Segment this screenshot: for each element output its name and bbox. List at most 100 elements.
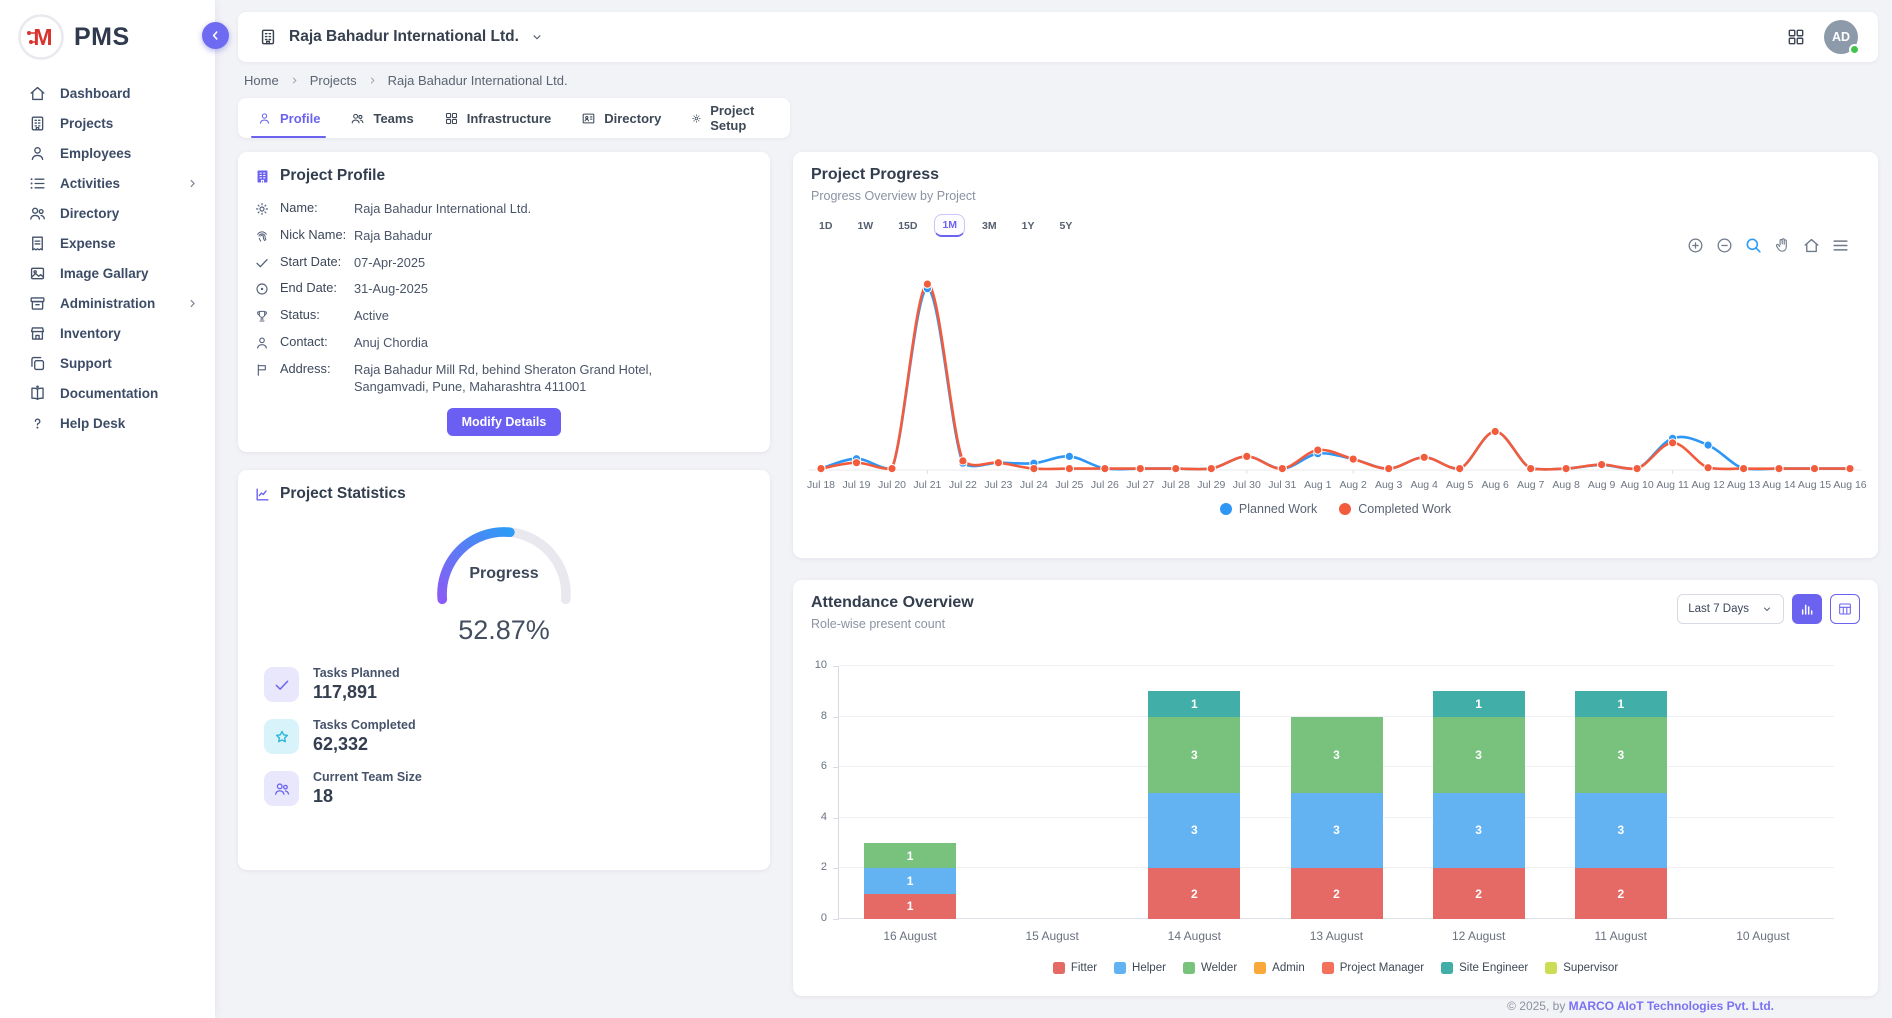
bar-segment-helper[interactable]: 3 xyxy=(1148,793,1240,869)
bar-segment-fitter[interactable]: 2 xyxy=(1148,868,1240,919)
grid-icon xyxy=(444,111,459,126)
range-button-1m[interactable]: 1M xyxy=(934,214,965,237)
stacked-bar-12-august[interactable]: 2331 xyxy=(1433,691,1525,919)
bar-segment-site-engineer[interactable]: 1 xyxy=(1575,691,1667,716)
legend-swatch xyxy=(1053,962,1065,974)
tab-teams[interactable]: Teams xyxy=(335,98,428,138)
legend-item[interactable]: Project Manager xyxy=(1322,962,1424,974)
progress-gauge: Progress xyxy=(429,517,579,611)
bar-segment-fitter[interactable]: 2 xyxy=(1575,868,1667,919)
bar-segment-helper[interactable]: 3 xyxy=(1575,793,1667,869)
stat-label: Current Team Size xyxy=(313,770,422,784)
tab-profile[interactable]: Profile xyxy=(242,98,335,138)
bar-segment-helper[interactable]: 1 xyxy=(864,868,956,893)
bar-chart[interactable]: 111233123323312331 xyxy=(839,666,1834,919)
sidebar-item-documentation[interactable]: Documentation xyxy=(0,378,215,408)
stat-value: 62,332 xyxy=(313,734,416,755)
sidebar-item-administration[interactable]: Administration xyxy=(0,288,215,318)
profile-field-row: Nick Name:Raja Bahadur xyxy=(254,227,754,244)
sidebar-item-inventory[interactable]: Inventory xyxy=(0,318,215,348)
sidebar-item-dashboard[interactable]: Dashboard xyxy=(0,78,215,108)
y-tick-label: 2 xyxy=(801,861,827,873)
profile-field-row: Status:Active xyxy=(254,307,754,324)
legend-item[interactable]: Completed Work xyxy=(1339,502,1451,516)
attendance-controls: Last 7 Days xyxy=(1677,594,1860,624)
trophy-icon xyxy=(254,308,270,324)
footer-company-link[interactable]: MARCO AIoT Technologies Pvt. Ltd. xyxy=(1569,999,1774,1013)
company-name: Raja Bahadur International Ltd. xyxy=(289,28,519,46)
sidebar-item-image-gallary[interactable]: Image Gallary xyxy=(0,258,215,288)
legend-item[interactable]: Fitter xyxy=(1053,962,1097,974)
legend-item[interactable]: Helper xyxy=(1114,962,1166,974)
bar-segment-site-engineer[interactable]: 1 xyxy=(1433,691,1525,716)
bar-segment-welder[interactable]: 3 xyxy=(1291,717,1383,793)
sidebar-item-projects[interactable]: Projects xyxy=(0,108,215,138)
avatar[interactable]: AD xyxy=(1824,20,1858,54)
list-icon xyxy=(28,174,47,193)
sidebar-item-employees[interactable]: Employees xyxy=(0,138,215,168)
sidebar-item-activities[interactable]: Activities xyxy=(0,168,215,198)
tab-label: Profile xyxy=(280,111,320,126)
sidebar-item-help-desk[interactable]: Help Desk xyxy=(0,408,215,438)
bar-segment-fitter[interactable]: 2 xyxy=(1433,868,1525,919)
stacked-bar-14-august[interactable]: 2331 xyxy=(1148,691,1240,919)
bar-segment-site-engineer[interactable]: 1 xyxy=(1148,691,1240,716)
menu-icon[interactable] xyxy=(1831,236,1850,255)
stat-row: Tasks Planned117,891 xyxy=(264,666,754,703)
bar-segment-helper[interactable]: 3 xyxy=(1291,793,1383,869)
range-button-15d[interactable]: 15D xyxy=(890,215,925,237)
chevron-down-icon xyxy=(1761,603,1773,615)
stat-label: Tasks Planned xyxy=(313,666,400,680)
chart-view-button[interactable] xyxy=(1792,594,1822,624)
legend-item[interactable]: Site Engineer xyxy=(1441,962,1528,974)
zoom-out-icon[interactable] xyxy=(1715,236,1734,255)
range-button-1y[interactable]: 1Y xyxy=(1014,215,1043,237)
breadcrumb-link[interactable]: Home xyxy=(244,73,279,88)
star-icon xyxy=(273,728,291,746)
legend-label: Supervisor xyxy=(1563,962,1618,974)
stats-card-title: Project Statistics xyxy=(254,485,754,503)
bar-segment-fitter[interactable]: 1 xyxy=(864,894,956,919)
sidebar-item-directory[interactable]: Directory xyxy=(0,198,215,228)
range-button-1d[interactable]: 1D xyxy=(811,215,840,237)
contact-card-icon xyxy=(581,111,596,126)
bar-segment-welder[interactable]: 3 xyxy=(1575,717,1667,793)
legend-item[interactable]: Welder xyxy=(1183,962,1237,974)
breadcrumb-link[interactable]: Projects xyxy=(310,73,357,88)
zoom-in-icon[interactable] xyxy=(1686,236,1705,255)
modify-details-button[interactable]: Modify Details xyxy=(447,408,562,436)
legend-item[interactable]: Supervisor xyxy=(1545,962,1618,974)
tab-project-setup[interactable]: Project Setup xyxy=(676,98,786,138)
legend-item[interactable]: Planned Work xyxy=(1220,502,1317,516)
apps-grid-icon[interactable] xyxy=(1786,27,1806,47)
legend-swatch xyxy=(1220,503,1232,515)
range-button-1w[interactable]: 1W xyxy=(849,215,881,237)
sidebar-item-expense[interactable]: Expense xyxy=(0,228,215,258)
bar-segment-helper[interactable]: 3 xyxy=(1433,793,1525,869)
bar-segment-welder[interactable]: 1 xyxy=(864,843,956,868)
home-icon[interactable] xyxy=(1802,236,1821,255)
range-button-5y[interactable]: 5Y xyxy=(1051,215,1080,237)
legend-label: Helper xyxy=(1132,962,1166,974)
range-button-3m[interactable]: 3M xyxy=(974,215,1005,237)
legend-item[interactable]: Admin xyxy=(1254,962,1305,974)
sidebar-item-support[interactable]: Support xyxy=(0,348,215,378)
tab-infrastructure[interactable]: Infrastructure xyxy=(429,98,567,138)
bar-segment-welder[interactable]: 3 xyxy=(1148,717,1240,793)
bar-segment-welder[interactable]: 3 xyxy=(1433,717,1525,793)
building-icon xyxy=(258,27,278,47)
company-selector[interactable]: Raja Bahadur International Ltd. xyxy=(258,27,544,47)
building-icon xyxy=(28,114,47,133)
stacked-bar-16-august[interactable]: 111 xyxy=(864,843,956,919)
range-select[interactable]: Last 7 Days xyxy=(1677,594,1784,624)
pan-icon[interactable] xyxy=(1773,236,1792,255)
sidebar-collapse-button[interactable] xyxy=(202,22,229,49)
table-view-button[interactable] xyxy=(1830,594,1860,624)
bar-segment-fitter[interactable]: 2 xyxy=(1291,868,1383,919)
line-chart[interactable] xyxy=(809,256,1862,493)
selection-zoom-icon[interactable] xyxy=(1744,236,1763,255)
stacked-bar-13-august[interactable]: 233 xyxy=(1291,717,1383,919)
tab-directory[interactable]: Directory xyxy=(566,98,676,138)
stacked-bar-11-august[interactable]: 2331 xyxy=(1575,691,1667,919)
card-title-text: Project Statistics xyxy=(280,485,406,503)
